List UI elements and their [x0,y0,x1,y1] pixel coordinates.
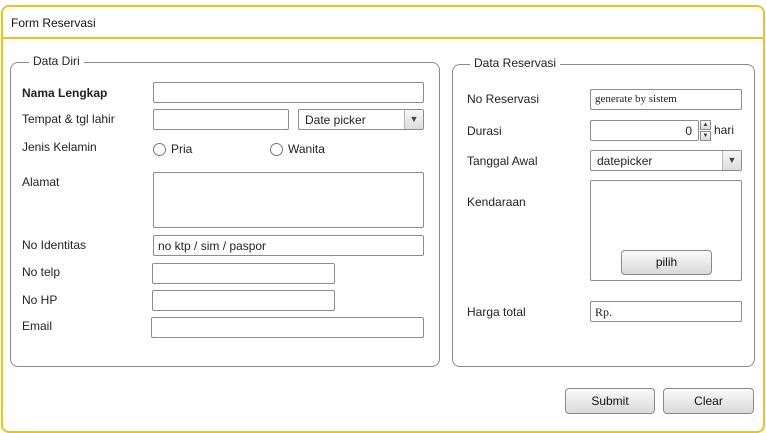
data-reservasi-legend: Data Reservasi [470,56,561,70]
gender-label-pria: Pria [171,142,193,156]
no-reservasi-input[interactable]: generate by sistem [590,89,742,110]
submit-button[interactable]: Submit [565,388,655,414]
title-bar: Form Reservasi [3,7,763,39]
alamat-label: Alamat [22,175,60,189]
gender-label: Jenis Kelamin [22,140,97,154]
telp-input[interactable] [152,263,335,284]
tanggal-picker[interactable]: datepicker ▼ [590,150,742,171]
ttl-label: Tempat & tgl lahir [22,112,115,126]
clear-button[interactable]: Clear [663,388,754,414]
alamat-textarea[interactable] [153,172,424,228]
identitas-label: No Identitas [22,238,87,252]
email-label: Email [22,319,53,333]
telp-label: No telp [22,265,61,279]
chevron-down-icon[interactable]: ▼ [722,151,741,170]
spin-up-icon[interactable]: ▲ [700,120,711,130]
identitas-input[interactable]: no ktp / sim / paspor [153,235,424,256]
gender-radio-pria[interactable] [153,143,166,156]
chevron-down-icon[interactable]: ▼ [404,110,423,129]
kendaraan-label: Kendaraan [467,195,526,209]
harga-input[interactable]: Rp. [590,301,742,322]
window-title: Form Reservasi [11,16,96,30]
spin-down-icon[interactable]: ▼ [700,131,711,141]
durasi-input[interactable]: 0 [590,120,699,141]
spinner-icon[interactable]: ▲ ▼ [700,120,711,141]
pilih-button[interactable]: pilih [621,250,712,275]
email-input[interactable] [151,317,424,338]
birthdate-picker[interactable]: Date picker ▼ [298,109,424,130]
tanggal-picker-value: datepicker [597,154,653,168]
gender-radio-wanita[interactable] [270,143,283,156]
tanggal-label: Tanggal Awal [467,154,538,168]
no-reservasi-label: No Reservasi [467,92,540,106]
durasi-unit: hari [714,123,735,137]
gender-label-wanita: Wanita [288,142,325,156]
nama-label: Nama Lengkap [22,86,108,100]
durasi-label: Durasi [467,124,502,138]
birthdate-picker-value: Date picker [305,113,366,127]
hp-input[interactable] [152,290,335,311]
tempat-input[interactable] [153,109,289,130]
data-diri-legend: Data Diri [29,54,84,68]
harga-label: Harga total [467,305,526,319]
nama-input[interactable] [153,82,424,103]
hp-label: No HP [22,293,58,307]
